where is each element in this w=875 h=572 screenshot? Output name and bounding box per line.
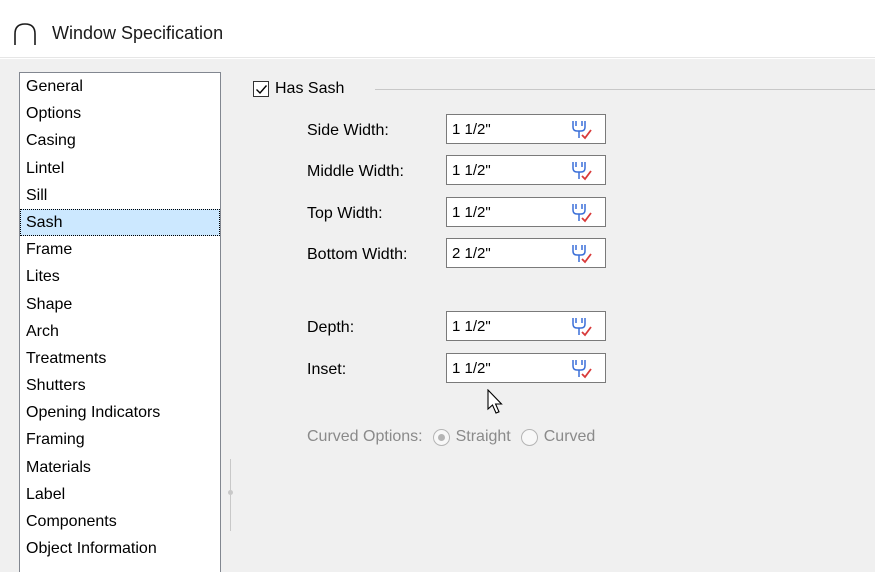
depth-value: 1 1/2" [452, 318, 491, 335]
default-value-icon[interactable] [567, 315, 593, 339]
top-width-field[interactable]: 1 1/2" [446, 197, 606, 227]
sidebar-item-lintel[interactable]: Lintel [20, 155, 220, 182]
bottom-width-label: Bottom Width: [307, 246, 408, 263]
check-icon [256, 85, 268, 95]
sidebar-item-sash[interactable]: Sash [20, 208, 220, 237]
top-width-label: Top Width: [307, 205, 383, 222]
sidebar-item-treatments[interactable]: Treatments [20, 345, 220, 372]
sidebar-item-lites[interactable]: Lites [20, 263, 220, 290]
side-width-value: 1 1/2" [452, 121, 491, 138]
sidebar-item-sill[interactable]: Sill [20, 182, 220, 209]
straight-label[interactable]: Straight [456, 428, 511, 446]
sidebar-item-shutters[interactable]: Shutters [20, 372, 220, 399]
sidebar-item-casing[interactable]: Casing [20, 127, 220, 154]
straight-radio[interactable] [432, 428, 450, 446]
sidebar-item-opening-indicators[interactable]: Opening Indicators [20, 399, 220, 426]
curved-label[interactable]: Curved [544, 428, 596, 446]
has-sash-checkbox[interactable] [253, 81, 269, 97]
middle-width-field[interactable]: 1 1/2" [446, 155, 606, 185]
arch-window-icon [14, 23, 36, 45]
sidebar-item-general[interactable]: General [20, 73, 220, 100]
sidebar-item-arch[interactable]: Arch [20, 318, 220, 345]
sidebar-item-frame[interactable]: Frame [20, 236, 220, 263]
default-value-icon[interactable] [567, 242, 593, 266]
bottom-width-value: 2 1/2" [452, 245, 491, 262]
dialog-body: General Options Casing Lintel Sill Sash … [0, 59, 875, 572]
side-width-field[interactable]: 1 1/2" [446, 114, 606, 144]
curved-radio[interactable] [520, 428, 538, 446]
category-list[interactable]: General Options Casing Lintel Sill Sash … [19, 72, 221, 572]
default-value-icon[interactable] [567, 201, 593, 225]
top-width-value: 1 1/2" [452, 204, 491, 221]
bottom-width-field[interactable]: 2 1/2" [446, 238, 606, 268]
window-title: Window Specification [52, 23, 224, 43]
sidebar-item-label[interactable]: Label [20, 481, 220, 508]
default-value-icon[interactable] [567, 159, 593, 183]
middle-width-label: Middle Width: [307, 163, 404, 180]
sidebar-item-framing[interactable]: Framing [20, 426, 220, 453]
sidebar-item-options[interactable]: Options [20, 100, 220, 127]
has-sash-label[interactable]: Has Sash [275, 80, 344, 98]
middle-width-value: 1 1/2" [452, 162, 491, 179]
sidebar-item-materials[interactable]: Materials [20, 454, 220, 481]
default-value-icon[interactable] [567, 118, 593, 142]
sidebar-item-shape[interactable]: Shape [20, 291, 220, 318]
depth-field[interactable]: 1 1/2" [446, 311, 606, 341]
panel-splitter[interactable] [230, 459, 231, 531]
title-bar: Window Specification [0, 0, 875, 58]
inset-value: 1 1/2" [452, 360, 491, 377]
mouse-cursor-icon [487, 389, 503, 414]
curved-options-row: Curved Options: Straight Curved [307, 428, 595, 446]
side-width-label: Side Width: [307, 122, 389, 139]
sidebar-item-object-information[interactable]: Object Information [20, 535, 220, 562]
inset-label: Inset: [307, 361, 347, 378]
curved-options-label: Curved Options: [307, 428, 423, 445]
default-value-icon[interactable] [567, 357, 593, 381]
sidebar-item-components[interactable]: Components [20, 508, 220, 535]
has-sash-group: Has Sash [253, 78, 344, 100]
splitter-grip[interactable] [228, 490, 233, 495]
group-divider [375, 89, 875, 90]
inset-field[interactable]: 1 1/2" [446, 353, 606, 383]
depth-label: Depth: [307, 319, 355, 336]
